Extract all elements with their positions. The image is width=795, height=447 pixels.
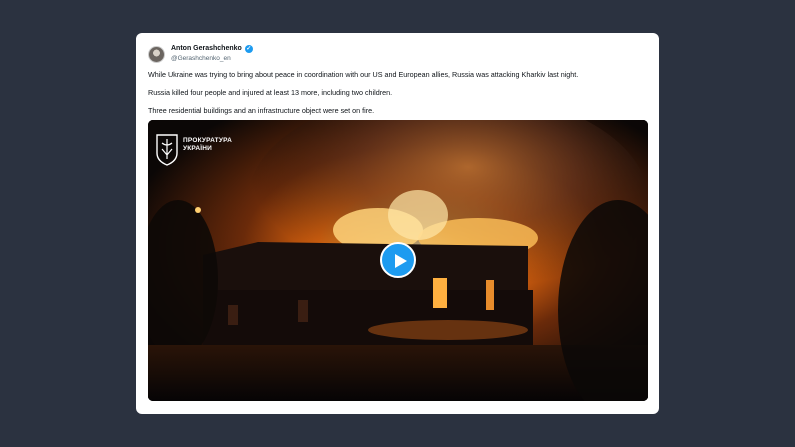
- tweet-card: Anton Gerashchenko ✓ @Gerashchenko_en Wh…: [136, 33, 659, 414]
- video-player[interactable]: ПРОКУРАТУРА УКРАЇНИ: [148, 120, 648, 401]
- watermark-line-2: УКРАЇНИ: [183, 145, 213, 152]
- author-handle[interactable]: @Gerashchenko_en: [171, 54, 253, 64]
- watermark-line-1: ПРОКУРАТУРА: [183, 137, 232, 144]
- tweet-text-paragraph-3: Three residential buildings and an infra…: [148, 106, 375, 115]
- tweet-header: Anton Gerashchenko ✓ @Gerashchenko_en: [148, 43, 253, 65]
- verified-badge-icon: ✓: [244, 45, 253, 53]
- author-block: Anton Gerashchenko ✓ @Gerashchenko_en: [171, 44, 253, 64]
- author-name-row: Anton Gerashchenko ✓: [171, 44, 253, 54]
- tweet-text-paragraph-1: While Ukraine was trying to bring about …: [148, 70, 579, 79]
- author-name[interactable]: Anton Gerashchenko: [171, 44, 242, 54]
- tweet-text-paragraph-2: Russia killed four people and injured at…: [148, 88, 393, 97]
- prosecutor-watermark: ПРОКУРАТУРА УКРАЇНИ: [154, 133, 232, 167]
- play-icon: [395, 253, 407, 268]
- prosecutor-emblem-icon: [156, 134, 178, 166]
- avatar[interactable]: [148, 45, 165, 63]
- play-button[interactable]: [380, 242, 416, 278]
